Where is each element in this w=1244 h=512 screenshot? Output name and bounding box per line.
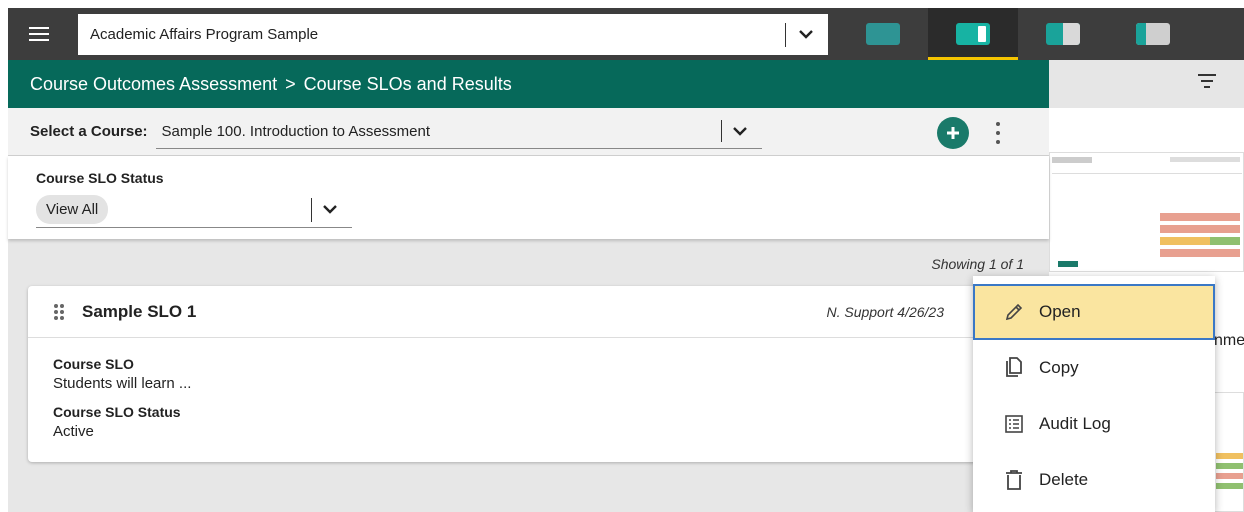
breadcrumb-separator: > bbox=[285, 73, 296, 94]
menu-item-label: Copy bbox=[1039, 358, 1079, 377]
breadcrumb-section[interactable]: Course Outcomes Assessment bbox=[30, 74, 277, 95]
field-label: Course SLO bbox=[53, 356, 134, 372]
slo-card-body: Course SLO Students will learn ... Cours… bbox=[28, 338, 1028, 440]
course-select-label: Select a Course: bbox=[30, 123, 148, 140]
breadcrumb-page: Course SLOs and Results bbox=[303, 73, 512, 94]
menu-item-label: Delete bbox=[1039, 470, 1089, 489]
tab-2-icon bbox=[956, 23, 990, 45]
context-menu: Open Copy Audit Log Delete bbox=[973, 276, 1215, 512]
trash-icon bbox=[1003, 469, 1025, 491]
add-slo-button[interactable] bbox=[937, 117, 969, 149]
copy-icon bbox=[1003, 357, 1025, 379]
program-select-value: Academic Affairs Program Sample bbox=[90, 26, 319, 43]
tab-1-icon bbox=[866, 23, 900, 45]
slo-card-title: Sample SLO 1 bbox=[82, 301, 197, 321]
select-divider bbox=[311, 197, 312, 222]
tab-3-icon bbox=[1046, 23, 1080, 45]
status-filter-chip[interactable]: View All bbox=[36, 195, 109, 224]
course-select[interactable]: Sample 100. Introduction to Assessment bbox=[155, 115, 762, 149]
tab-3[interactable] bbox=[1018, 8, 1108, 60]
dashboard-thumbnail-2[interactable] bbox=[1213, 392, 1244, 512]
select-divider bbox=[785, 22, 786, 47]
tab-2[interactable] bbox=[928, 8, 1018, 60]
chevron-down-icon[interactable] bbox=[794, 23, 818, 47]
slo-card-meta: N. Support 4/26/23 bbox=[826, 304, 944, 320]
list-icon bbox=[1003, 413, 1025, 435]
program-select[interactable]: Academic Affairs Program Sample bbox=[78, 14, 828, 55]
top-bar: Academic Affairs Program Sample bbox=[8, 8, 1244, 60]
workspace-tabs bbox=[838, 8, 1198, 60]
tab-4-icon bbox=[1136, 23, 1170, 45]
field-value: Students will learn ... bbox=[53, 375, 192, 392]
menu-item-label: Audit Log bbox=[1039, 414, 1111, 433]
filter-icon[interactable] bbox=[1198, 74, 1216, 88]
hamburger-icon bbox=[29, 27, 49, 41]
chevron-down-icon[interactable] bbox=[318, 198, 342, 222]
dashboard-thumbnail[interactable] bbox=[1049, 152, 1244, 272]
course-slo-panel: Course Outcomes Assessment > Course SLOs… bbox=[8, 60, 1049, 512]
field-label: Course SLO Status bbox=[53, 404, 181, 420]
breadcrumb: Course Outcomes Assessment > Course SLOs… bbox=[8, 60, 1049, 108]
field-value: Active bbox=[53, 423, 94, 440]
tab-1[interactable] bbox=[838, 8, 928, 60]
menu-item-label: Open bbox=[1039, 302, 1081, 321]
select-divider bbox=[720, 120, 722, 142]
menu-item-audit-log[interactable]: Audit Log bbox=[973, 396, 1215, 452]
slo-card[interactable]: Sample SLO 1 N. Support 4/26/23 Course S… bbox=[28, 286, 1028, 462]
course-select-row: Select a Course: Sample 100. Introductio… bbox=[8, 108, 1049, 156]
menu-item-delete[interactable]: Delete bbox=[973, 452, 1215, 508]
course-select-value: Sample 100. Introduction to Assessment bbox=[161, 122, 431, 140]
status-filter-select[interactable]: View All bbox=[36, 192, 352, 228]
tab-4[interactable] bbox=[1108, 8, 1198, 60]
menu-button[interactable] bbox=[8, 8, 70, 60]
status-filter-label: Course SLO Status bbox=[36, 170, 164, 186]
pencil-icon bbox=[1003, 301, 1025, 323]
chevron-down-icon[interactable] bbox=[728, 119, 752, 143]
drag-handle-icon[interactable] bbox=[54, 303, 64, 320]
status-filter-area: Course SLO Status View All bbox=[8, 156, 1049, 239]
menu-item-copy[interactable]: Copy bbox=[973, 340, 1215, 396]
more-options-button[interactable] bbox=[992, 120, 1004, 146]
background-partial-text: nme bbox=[1214, 332, 1244, 349]
plus-icon bbox=[947, 127, 959, 139]
thumbnail-preview bbox=[1050, 153, 1243, 271]
results-count: Showing 1 of 1 bbox=[931, 256, 1024, 272]
slo-card-header: Sample SLO 1 N. Support 4/26/23 bbox=[28, 286, 1028, 338]
thumbnail-preview-2 bbox=[1216, 453, 1243, 489]
menu-item-open[interactable]: Open bbox=[973, 284, 1215, 340]
